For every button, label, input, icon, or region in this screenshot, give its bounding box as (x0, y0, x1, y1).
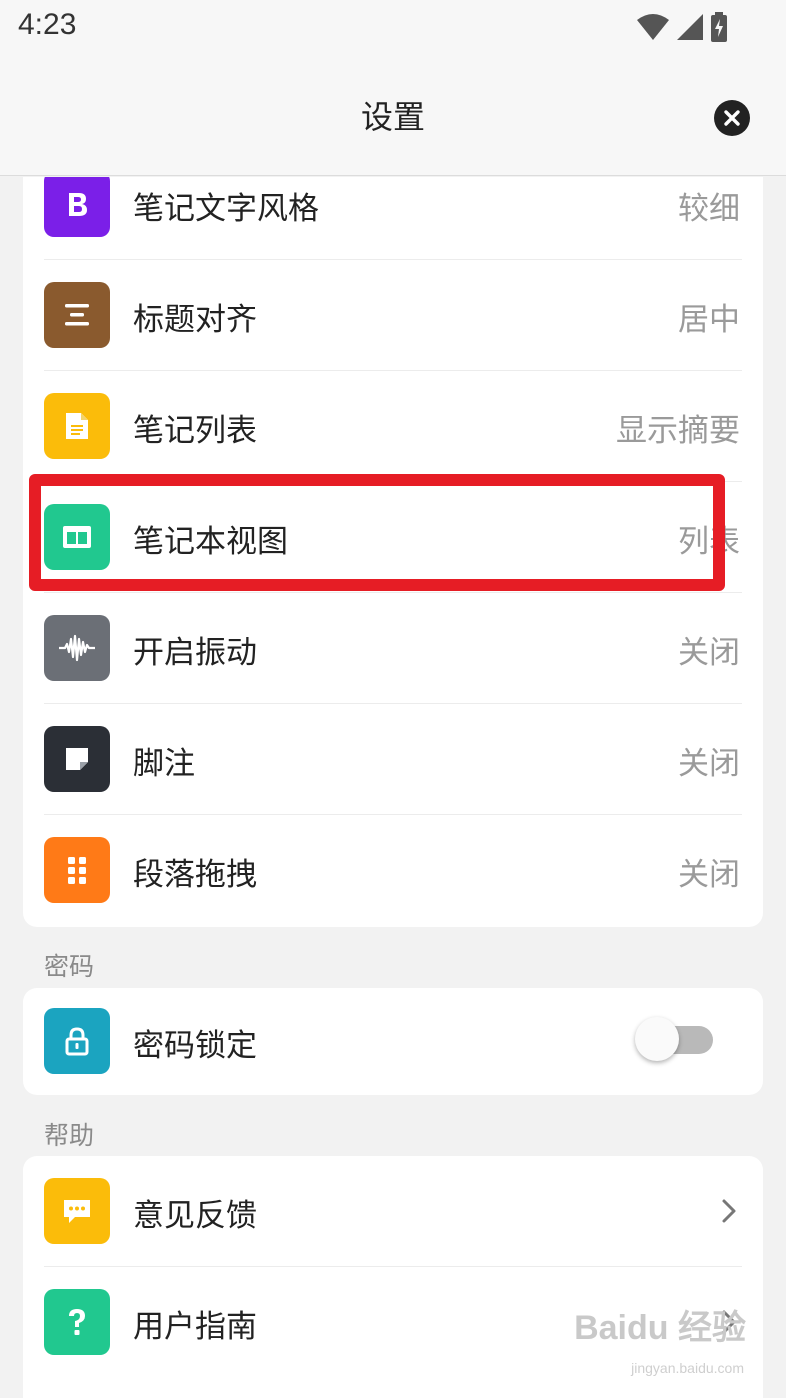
password-card: 密码锁定 (23, 988, 763, 1095)
setting-label: 意见反馈 (133, 1198, 257, 1234)
drag-dots-icon (44, 837, 110, 903)
annotation-highlight-box (29, 474, 725, 591)
close-button[interactable] (714, 100, 750, 136)
setting-row-paragraph-drag[interactable]: 段落拖拽 关闭 (23, 815, 763, 926)
setting-row-footnote[interactable]: 脚注 关闭 (23, 704, 763, 815)
setting-value: 关闭 (678, 857, 740, 893)
setting-label: 密码锁定 (133, 1028, 257, 1064)
setting-value: 关闭 (678, 635, 740, 671)
status-time: 4:23 (18, 8, 77, 41)
setting-row-title-align[interactable]: 标题对齐 居中 (23, 260, 763, 371)
setting-row-feedback[interactable]: 意见反馈 (23, 1156, 763, 1267)
close-icon (724, 110, 740, 126)
cell-signal-icon (677, 14, 703, 40)
chat-bubble-icon (44, 1178, 110, 1244)
setting-label: 标题对齐 (133, 302, 257, 338)
setting-label: 笔记列表 (133, 413, 257, 449)
chevron-right-icon (722, 1199, 736, 1223)
setting-label: 用户指南 (133, 1309, 257, 1345)
wifi-icon (637, 14, 669, 40)
align-center-icon (44, 282, 110, 348)
setting-label: 笔记文字风格 (133, 191, 319, 227)
setting-label: 开启振动 (133, 635, 257, 671)
setting-label: 脚注 (133, 746, 195, 782)
question-icon (44, 1289, 110, 1355)
battery-icon (711, 12, 727, 42)
setting-value: 较细 (678, 191, 740, 227)
section-title-help: 帮助 (44, 1121, 95, 1150)
bold-b-icon (44, 177, 110, 237)
password-lock-toggle[interactable] (635, 1017, 713, 1061)
settings-content[interactable]: 笔记文字风格 较细 标题对齐 居中 笔记列表 显示摘要 笔记本视图 列表 开启振… (0, 177, 786, 1398)
setting-label: 段落拖拽 (133, 857, 257, 893)
note-icon (44, 726, 110, 792)
setting-value: 显示摘要 (616, 413, 740, 449)
settings-header: 设置 (0, 56, 786, 176)
document-icon (44, 393, 110, 459)
setting-row-note-list[interactable]: 笔记列表 显示摘要 (23, 371, 763, 482)
setting-row-password-lock[interactable]: 密码锁定 (23, 986, 763, 1097)
setting-value: 居中 (678, 302, 740, 338)
waveform-icon (44, 615, 110, 681)
section-title-password: 密码 (44, 952, 95, 981)
status-bar: 4:23 (0, 0, 786, 56)
lock-icon (44, 1008, 110, 1074)
watermark-url: jingyan.baidu.com (631, 1360, 744, 1376)
toggle-knob (635, 1017, 679, 1061)
setting-row-text-style[interactable]: 笔记文字风格 较细 (23, 177, 763, 260)
watermark-logo: Baidu 经验 (574, 1309, 746, 1347)
setting-row-vibration[interactable]: 开启振动 关闭 (23, 593, 763, 704)
setting-value: 关闭 (678, 746, 740, 782)
page-title: 设置 (360, 98, 425, 136)
status-icons (636, 12, 728, 42)
